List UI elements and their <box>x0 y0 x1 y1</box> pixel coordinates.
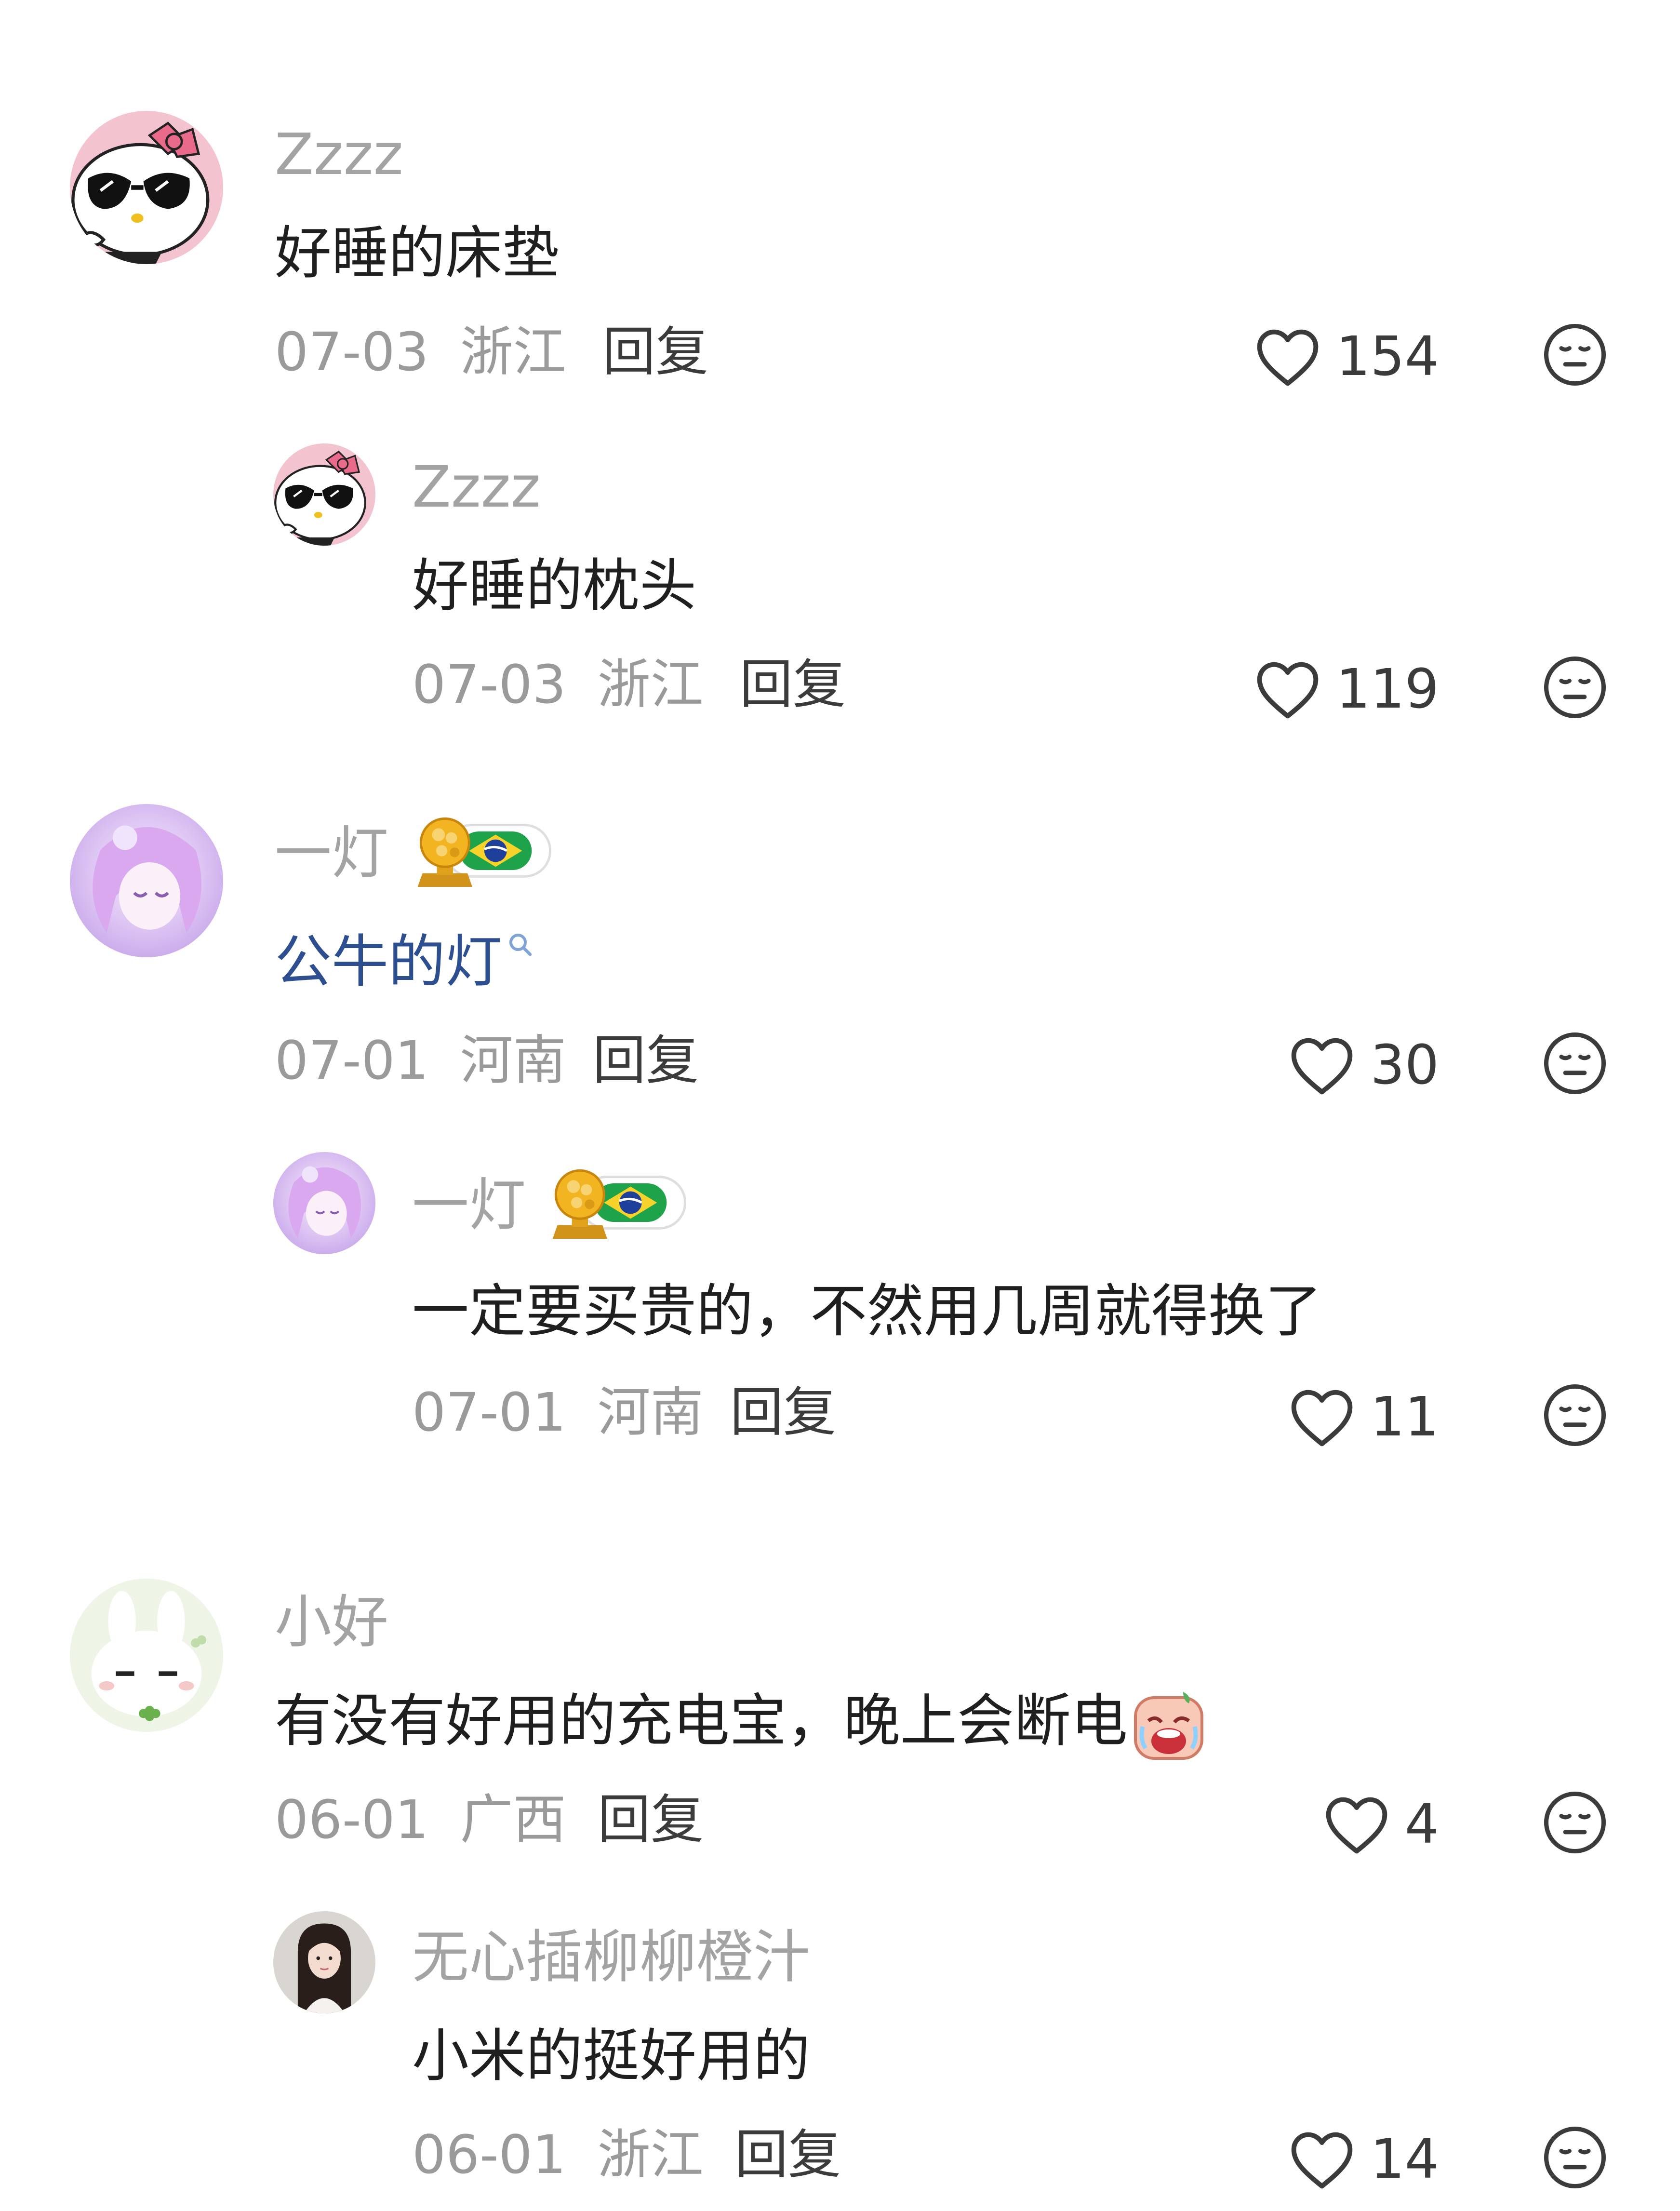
avatar[interactable] <box>70 804 223 957</box>
dislike-icon[interactable] <box>1542 2125 1608 2190</box>
username[interactable]: 无心插柳柳橙汁 <box>412 1923 810 1991</box>
like-count: 4 <box>1404 1793 1439 1856</box>
comment-date: 07-03 <box>412 654 566 715</box>
dislike-icon[interactable] <box>1542 1031 1608 1096</box>
comment-meta: 07-01 河南 <box>275 1027 566 1094</box>
like-button[interactable]: 14 <box>1288 2126 1439 2193</box>
reply-button[interactable]: 回复 <box>735 2121 841 2188</box>
username[interactable]: Zzzz <box>275 121 403 188</box>
like-button[interactable]: 154 <box>1254 323 1439 390</box>
comment-meta: 07-03 浙江 <box>275 318 566 386</box>
comment-date: 07-03 <box>275 321 429 383</box>
reply-button[interactable]: 回复 <box>593 1027 699 1094</box>
heart-icon <box>1288 1034 1356 1097</box>
avatar[interactable] <box>273 443 375 546</box>
comment-location: 河南 <box>597 1381 704 1443</box>
like-button[interactable]: 4 <box>1323 1791 1439 1858</box>
comment-date: 06-01 <box>412 2124 566 2185</box>
girl-photo-avatar-icon <box>273 1911 375 2013</box>
dislike-icon[interactable] <box>1542 322 1608 388</box>
like-count: 30 <box>1370 1034 1439 1097</box>
avatar[interactable] <box>273 1911 375 2013</box>
like-count: 154 <box>1336 325 1439 388</box>
comment-location: 河南 <box>460 1030 566 1091</box>
comment-text: 有没有好用的充电宝，晚上会断电 <box>275 1685 1205 1761</box>
crying-emoji-icon <box>1133 1689 1205 1761</box>
trophy-flag-badge-icon <box>545 1162 689 1244</box>
comment-location: 浙江 <box>597 2124 704 2185</box>
comment: 小好 有没有好用的充电宝，晚上会断电 06-01 广西 回复 4 无心插柳柳橙汁… <box>0 1523 1680 2211</box>
heart-icon <box>1323 1793 1390 1856</box>
heart-icon <box>1288 1386 1356 1448</box>
comment-date: 07-01 <box>412 1381 566 1443</box>
comment-date: 07-01 <box>275 1030 429 1091</box>
comment-link-text[interactable]: 公牛的灯 <box>275 928 502 995</box>
comment: 一灯 公牛的灯 07-01 河南 回复 30 一灯 一定要买贵的，不然用几周就得… <box>0 752 1680 1523</box>
comment-text: 小米的挺好用的 <box>412 2023 811 2089</box>
reply-button[interactable]: 回复 <box>730 1379 836 1446</box>
username[interactable]: 一灯 <box>275 819 388 887</box>
heart-icon <box>1254 325 1321 388</box>
username[interactable]: Zzzz <box>412 453 541 521</box>
like-count: 14 <box>1370 2128 1439 2191</box>
comment-text: 好睡的床垫 <box>275 220 560 286</box>
like-button[interactable]: 30 <box>1288 1032 1439 1099</box>
dislike-icon[interactable] <box>1542 655 1608 720</box>
comment-text-link[interactable]: 公牛的灯 <box>275 925 535 998</box>
heart-icon <box>1254 658 1321 721</box>
reply-button[interactable]: 回复 <box>740 651 846 718</box>
dislike-icon[interactable] <box>1542 1790 1608 1855</box>
reply-button[interactable]: 回复 <box>598 1786 704 1853</box>
like-button[interactable]: 11 <box>1288 1383 1439 1451</box>
anime-girl-avatar-icon <box>70 804 223 957</box>
comment-meta: 06-01 广西 <box>275 1786 566 1853</box>
avatar[interactable] <box>70 1579 223 1732</box>
username[interactable]: 一灯 <box>412 1171 526 1239</box>
hello-kitty-avatar-icon <box>273 443 375 546</box>
comment-meta: 07-01 河南 <box>412 1379 704 1446</box>
reply-button[interactable]: 回复 <box>602 318 708 386</box>
comment-date: 06-01 <box>275 1789 429 1850</box>
search-icon <box>506 930 535 959</box>
comment-location: 浙江 <box>460 321 566 383</box>
trophy-flag-badge-icon <box>410 810 554 892</box>
like-count: 11 <box>1370 1386 1439 1448</box>
comment-text: 好睡的枕头 <box>412 552 697 619</box>
like-button[interactable]: 119 <box>1254 656 1439 723</box>
heart-icon <box>1288 2128 1356 2191</box>
bunny-avatar-icon <box>70 1579 223 1732</box>
like-count: 119 <box>1336 658 1439 721</box>
comment-location: 广西 <box>460 1789 566 1850</box>
anime-girl-avatar-icon <box>273 1152 375 1254</box>
comment-meta: 06-01 浙江 <box>412 2121 704 2188</box>
comment-meta: 07-03 浙江 <box>412 651 704 718</box>
avatar[interactable] <box>273 1152 375 1254</box>
dislike-icon[interactable] <box>1542 1382 1608 1448</box>
comment-text-body: 有没有好用的充电宝，晚上会断电 <box>275 1688 1128 1754</box>
comment-location: 浙江 <box>597 654 704 715</box>
username[interactable]: 小好 <box>275 1588 388 1656</box>
comment-text: 一定要买贵的，不然用几周就得换了 <box>412 1278 1322 1344</box>
comment: Zzzz 好睡的床垫 07-03 浙江 回复 154 Zzzz 好睡的枕头 07… <box>0 0 1680 752</box>
hello-kitty-avatar-icon <box>70 111 223 264</box>
avatar[interactable] <box>70 111 223 264</box>
